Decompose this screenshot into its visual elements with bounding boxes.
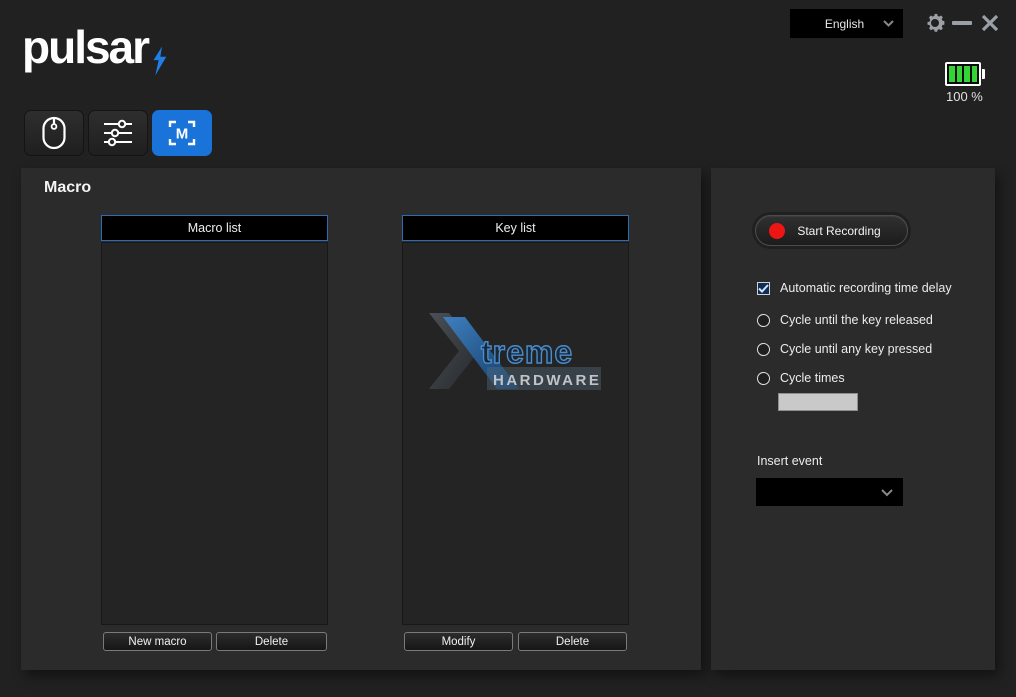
cycle-times-input[interactable] <box>778 393 858 411</box>
pulsar-logo-text: pulsar <box>22 24 148 70</box>
new-macro-button[interactable]: New macro <box>103 632 212 651</box>
insert-event-label: Insert event <box>757 454 822 468</box>
start-recording-button[interactable]: Start Recording <box>755 215 908 246</box>
recording-panel: Start Recording Automatic recording time… <box>711 168 995 670</box>
chevron-down-icon <box>883 20 894 27</box>
battery-body <box>945 62 981 86</box>
logo-bolt-icon <box>151 46 168 76</box>
minimize-icon[interactable] <box>952 21 972 25</box>
tab-mouse[interactable] <box>24 110 84 156</box>
macro-panel: Macro Macro list Key list treme HARDWARE… <box>21 168 701 670</box>
auto-delay-checkbox[interactable] <box>757 282 770 295</box>
checkmark-icon <box>758 284 769 293</box>
svg-text:HARDWARE: HARDWARE <box>493 372 601 389</box>
macro-m-icon: M <box>166 117 198 149</box>
delete-macro-button[interactable]: Delete <box>216 632 327 651</box>
sliders-icon <box>102 118 134 148</box>
insert-event-dropdown[interactable] <box>756 478 903 506</box>
language-selector[interactable]: English <box>790 9 903 38</box>
pulsar-app-window: { "titlebar": { "language": "English", "… <box>0 0 1016 697</box>
chevron-down-icon <box>881 489 893 497</box>
tab-settings[interactable] <box>88 110 148 156</box>
cycle-until-released-option[interactable]: Cycle until the key released <box>757 313 933 327</box>
start-recording-label: Start Recording <box>785 224 893 238</box>
key-list[interactable]: treme HARDWARE <box>402 242 629 625</box>
settings-gear-icon[interactable] <box>923 11 947 35</box>
cycle-until-released-radio[interactable] <box>757 314 770 327</box>
macro-panel-title: Macro <box>44 179 91 197</box>
language-selector-value: English <box>825 17 864 31</box>
battery-percent-label: 100 % <box>946 89 983 104</box>
xtreme-hardware-watermark: treme HARDWARE <box>429 309 601 395</box>
cycle-times-radio[interactable] <box>757 372 770 385</box>
svg-text:treme: treme <box>481 334 573 370</box>
pulsar-logo: pulsar <box>22 24 168 70</box>
cycle-until-released-label: Cycle until the key released <box>780 313 933 327</box>
record-dot-icon <box>769 223 785 239</box>
main-tabs: M <box>24 110 212 156</box>
close-icon[interactable] <box>980 13 1000 33</box>
key-list-header: Key list <box>402 215 629 241</box>
auto-delay-label: Automatic recording time delay <box>780 281 952 295</box>
svg-text:M: M <box>176 126 189 143</box>
cycle-times-label: Cycle times <box>780 371 845 385</box>
cycle-until-pressed-option[interactable]: Cycle until any key pressed <box>757 342 932 356</box>
battery-icon <box>945 62 985 86</box>
cycle-times-option[interactable]: Cycle times <box>757 371 845 385</box>
mouse-icon <box>39 115 69 151</box>
delete-key-button[interactable]: Delete <box>518 632 627 651</box>
tab-macro[interactable]: M <box>152 110 212 156</box>
auto-delay-option[interactable]: Automatic recording time delay <box>757 281 952 295</box>
macro-list[interactable] <box>101 242 328 625</box>
macro-list-header: Macro list <box>101 215 328 241</box>
modify-key-button[interactable]: Modify <box>404 632 513 651</box>
cycle-until-pressed-label: Cycle until any key pressed <box>780 342 932 356</box>
cycle-until-pressed-radio[interactable] <box>757 343 770 356</box>
